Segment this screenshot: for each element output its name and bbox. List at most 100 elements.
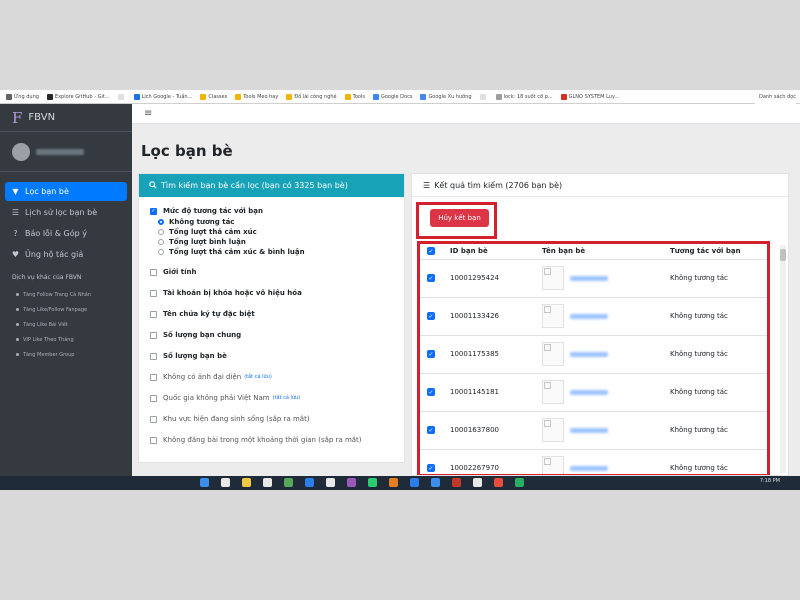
filter-item-badge: (tất cả lữu)	[244, 374, 272, 380]
bookmark-item[interactable]: Explore GitHub - Git...	[46, 93, 110, 100]
filter-item[interactable]: Quốc gia không phải Việt Nam (tất cả lữu)	[150, 392, 404, 404]
taskbar-app-icon[interactable]	[473, 478, 482, 487]
bookmark-item[interactable]: lock: 18 suốt cỡ p...	[495, 93, 553, 100]
checkbox-icon[interactable]	[150, 310, 157, 318]
taskbar-app-icon[interactable]	[242, 478, 251, 487]
friend-name-blurred[interactable]	[570, 389, 608, 395]
friend-name-blurred[interactable]	[570, 427, 608, 433]
bookmark-item[interactable]: Lịch Google - Tuần...	[133, 93, 192, 100]
bookmark-item[interactable]: GLNO SYSTEM Luy...	[560, 93, 619, 100]
taskbar-app-icon[interactable]	[326, 478, 335, 487]
friend-name[interactable]	[542, 266, 670, 290]
bookmark-item[interactable]: Đồ lài công nghệ	[286, 93, 337, 100]
row-checkbox[interactable]: ✓	[427, 464, 435, 472]
sidebar-item[interactable]: ☰ Lịch sử lọc bạn bè	[5, 203, 127, 222]
bookmark-label: Ứng dụng	[14, 93, 39, 100]
checkbox-icon[interactable]	[150, 394, 157, 402]
table-row: ✓ 10001133426 Không tương tác	[420, 297, 767, 336]
sidebar-item[interactable]: ? Báo lỗi & Góp ý	[5, 224, 127, 243]
taskbar-app-icon[interactable]	[410, 478, 419, 487]
checkbox-icon[interactable]	[150, 268, 157, 276]
sidebar-service-item[interactable]: VIP Like Theo Tháng	[0, 332, 132, 347]
sidebar-service-item[interactable]: Tăng Like/Follow Fanpage	[0, 302, 132, 317]
sidebar-item[interactable]: ♥ Ủng hộ tác giả	[5, 245, 127, 264]
friend-name[interactable]	[542, 418, 670, 442]
taskbar-app-icon[interactable]	[221, 478, 230, 487]
row-checkbox[interactable]: ✓	[427, 274, 435, 282]
taskbar-app-icon[interactable]	[494, 478, 503, 487]
taskbar-icons	[200, 478, 536, 487]
bookmark-item[interactable]: Ứng dụng	[6, 93, 39, 100]
filter-interaction[interactable]: ✓ Mức độ tương tác với bạn	[150, 205, 404, 217]
checkbox-icon[interactable]	[150, 352, 157, 360]
taskbar-app-icon[interactable]	[452, 478, 461, 487]
friend-name[interactable]	[542, 342, 670, 366]
taskbar-app-icon[interactable]	[200, 478, 209, 487]
filter-item[interactable]: Khu vực hiện đang sinh sống (sắp ra mắt)	[150, 413, 404, 425]
checkbox-icon[interactable]	[150, 331, 157, 339]
checkbox-icon[interactable]	[150, 373, 157, 381]
user-panel[interactable]	[0, 132, 132, 172]
menu-toggle-icon[interactable]: ≡	[144, 108, 152, 119]
taskbar-app-icon[interactable]	[263, 478, 272, 487]
bookmark-item[interactable]: Tools Meo hay	[235, 93, 278, 100]
taskbar-app-icon[interactable]	[431, 478, 440, 487]
row-checkbox[interactable]: ✓	[427, 312, 435, 320]
friend-name-blurred[interactable]	[570, 313, 608, 319]
checkbox-icon[interactable]	[150, 415, 157, 423]
screen: Ứng dụng Explore GitHub - Git... Lịch Goog…	[0, 90, 800, 490]
checkbox-icon[interactable]	[150, 289, 157, 297]
sidebar-service-item[interactable]: Tăng Member Group	[0, 347, 132, 362]
taskbar-app-icon[interactable]	[305, 478, 314, 487]
bookmark-item[interactable]	[117, 93, 126, 100]
taskbar-app-icon[interactable]	[515, 478, 524, 487]
filter-item-label: Quốc gia không phải Việt Nam	[163, 394, 270, 402]
friend-name[interactable]	[542, 456, 670, 474]
table-scrollbar[interactable]	[780, 245, 786, 473]
friend-name-blurred[interactable]	[570, 275, 608, 281]
taskbar-app-icon[interactable]	[347, 478, 356, 487]
reading-list-link[interactable]: Danh sách đọc	[755, 90, 796, 104]
taskbar-app-icon[interactable]	[368, 478, 377, 487]
unfriend-button[interactable]: Hủy kết bạn	[430, 209, 489, 227]
friend-name[interactable]	[542, 380, 670, 404]
bookmark-item[interactable]: Tools	[344, 93, 365, 100]
radio-icon[interactable]	[158, 229, 164, 235]
filter-item[interactable]: Tài khoản bị khóa hoặc vô hiệu hóa	[150, 287, 404, 299]
brand[interactable]: F FBVN	[0, 104, 132, 132]
sidebar-service-item[interactable]: Tăng Follow Trang Cá Nhân	[0, 287, 132, 302]
bookmark-item[interactable]: Classes	[200, 93, 227, 100]
row-checkbox[interactable]: ✓	[427, 350, 435, 358]
sidebar-service-item[interactable]: Tăng Like Bài Viết	[0, 317, 132, 332]
friend-name-blurred[interactable]	[570, 465, 608, 471]
filter-item[interactable]: Giới tính	[150, 266, 404, 278]
radio-icon[interactable]	[158, 239, 164, 245]
filter-item[interactable]: Không đăng bài trong một khoảng thời gia…	[150, 434, 404, 446]
radio-icon[interactable]	[158, 249, 164, 255]
interaction-option[interactable]: Tổng lượt bình luận	[150, 237, 404, 247]
filter-item[interactable]: Số lượng bạn chung	[150, 329, 404, 341]
checkbox-icon[interactable]	[150, 436, 157, 444]
sidebar-service-label: Tăng Member Group	[23, 351, 75, 358]
scrollbar-thumb[interactable]	[780, 249, 786, 261]
filter-item[interactable]: Số lượng bạn bè	[150, 350, 404, 362]
interaction-option[interactable]: Tổng lượt thả cảm xúc & bình luận	[150, 247, 404, 257]
friend-name-blurred[interactable]	[570, 351, 608, 357]
bookmark-item[interactable]: Google Xu hướng	[420, 93, 472, 100]
radio-selected-icon[interactable]	[158, 219, 164, 225]
taskbar-app-icon[interactable]	[284, 478, 293, 487]
row-checkbox[interactable]: ✓	[427, 426, 435, 434]
friend-id-cell: 10001145181	[450, 373, 542, 412]
filter-item[interactable]: Không có ảnh đại diện (tất cả lữu)	[150, 371, 404, 383]
bookmark-item[interactable]	[479, 93, 488, 100]
interaction-option[interactable]: Không tương tác	[150, 217, 404, 227]
filter-item[interactable]: Tên chứa ký tự đặc biệt	[150, 308, 404, 320]
interaction-option[interactable]: Tổng lượt thả cảm xúc	[150, 227, 404, 237]
sidebar-item[interactable]: ▼ Lọc bạn bè	[5, 182, 127, 201]
checkbox-checked-icon[interactable]: ✓	[150, 207, 157, 215]
select-all-checkbox[interactable]: ✓	[427, 247, 435, 256]
bookmark-item[interactable]: Google Docs	[372, 93, 412, 100]
row-checkbox[interactable]: ✓	[427, 388, 435, 396]
taskbar-app-icon[interactable]	[389, 478, 398, 487]
friend-name[interactable]	[542, 304, 670, 328]
